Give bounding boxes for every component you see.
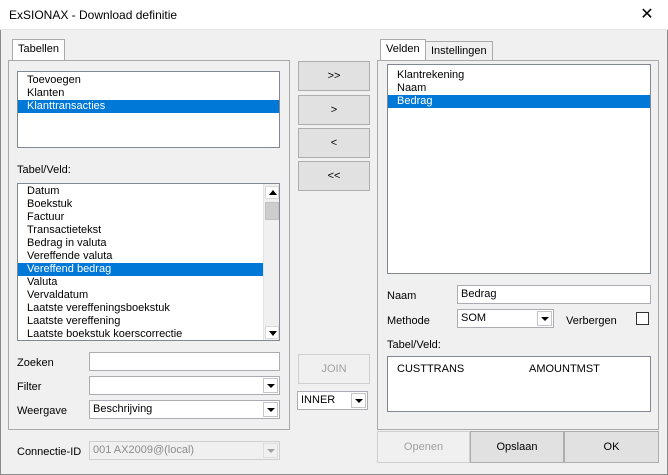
filter-select[interactable]: [89, 376, 280, 395]
methode-value: SOM: [461, 312, 487, 324]
chevron-down-icon[interactable]: [263, 378, 278, 393]
title-bar: ExSIONAX - Download definitie ✕: [0, 0, 668, 30]
tables-list[interactable]: Toevoegen Klanten Klanttransacties: [17, 71, 280, 148]
verbergen-label: Verbergen: [566, 315, 617, 327]
chevron-down-icon[interactable]: [537, 311, 552, 326]
weergave-label: Weergave: [17, 405, 67, 417]
list-item[interactable]: Klantrekening: [388, 69, 650, 82]
tab-velden[interactable]: Velden: [380, 39, 426, 60]
naam-label: Naam: [387, 290, 417, 302]
list-item[interactable]: Naam: [388, 82, 650, 95]
list-item[interactable]: Laatste vereffeningsboekstuk: [18, 302, 263, 315]
verbergen-checkbox[interactable]: [636, 312, 649, 325]
connectie-label: Connectie-ID: [17, 446, 82, 458]
list-item[interactable]: Laatste vereffening: [18, 315, 263, 328]
add-one-button[interactable]: >: [298, 95, 370, 125]
list-item[interactable]: Laatste boekstuk koerscorrectie: [18, 328, 263, 340]
list-item[interactable]: Klanttransacties: [18, 100, 279, 113]
zoeken-input[interactable]: [89, 352, 280, 371]
connectie-value: 001 AX2009@(local): [93, 444, 195, 456]
close-icon[interactable]: ✕: [636, 4, 658, 26]
list-item[interactable]: Factuur: [18, 211, 263, 224]
opslaan-button[interactable]: Opslaan: [470, 431, 564, 463]
tabelveld-label: Tabel/Veld:: [387, 339, 441, 351]
openen-button[interactable]: Openen: [377, 431, 470, 463]
filter-label: Filter: [17, 381, 42, 393]
tab-instellingen[interactable]: Instellingen: [425, 41, 493, 60]
list-item[interactable]: Datum: [18, 185, 263, 198]
list-item[interactable]: Bedrag: [388, 95, 650, 108]
connectie-select[interactable]: 001 AX2009@(local): [89, 441, 280, 460]
list-item[interactable]: Transactietekst: [18, 224, 263, 237]
tab-tabellen[interactable]: Tabellen: [12, 39, 65, 60]
list-item[interactable]: Vervaldatum: [18, 289, 263, 302]
chevron-down-icon[interactable]: [263, 402, 278, 417]
join-type-value: INNER: [301, 394, 336, 406]
naam-input[interactable]: Bedrag: [457, 285, 651, 304]
methode-select[interactable]: SOM: [457, 309, 554, 328]
methode-label: Methode: [387, 315, 430, 327]
list-item[interactable]: Klanten: [18, 87, 279, 100]
chevron-down-icon[interactable]: [263, 443, 278, 458]
remove-one-button[interactable]: <: [298, 128, 370, 158]
join-button[interactable]: JOIN: [298, 354, 370, 384]
tabelveld-table: CUSTTRANS: [397, 363, 465, 375]
window-title: ExSIONAX - Download definitie: [9, 8, 178, 22]
scroll-down-icon[interactable]: [265, 326, 279, 339]
list-item[interactable]: Bedrag in valuta: [18, 237, 263, 250]
join-type-select[interactable]: INNER: [297, 391, 368, 410]
scroll-thumb[interactable]: [265, 202, 279, 220]
zoeken-label: Zoeken: [17, 357, 54, 369]
list-item[interactable]: Vereffende valuta: [18, 250, 263, 263]
add-all-button[interactable]: >>: [298, 61, 370, 91]
list-item[interactable]: Toevoegen: [18, 74, 279, 87]
remove-all-button[interactable]: <<: [298, 161, 370, 191]
tabelveld-field: AMOUNTMST: [529, 363, 600, 375]
fields-scrollbar[interactable]: [263, 184, 279, 340]
list-item[interactable]: Boekstuk: [18, 198, 263, 211]
tabel-veld-label: Tabel/Veld:: [17, 164, 71, 176]
chevron-down-icon[interactable]: [351, 393, 366, 408]
scroll-up-icon[interactable]: [265, 186, 279, 199]
fields-list[interactable]: Datum Boekstuk Factuur Transactietekst B…: [17, 183, 280, 341]
weergave-select[interactable]: Beschrijving: [89, 400, 280, 419]
ok-button[interactable]: OK: [564, 431, 659, 463]
list-item[interactable]: Valuta: [18, 276, 263, 289]
weergave-value: Beschrijving: [93, 403, 153, 415]
tabelveld-box: CUSTTRANS AMOUNTMST: [387, 356, 651, 412]
selected-fields-list[interactable]: Klantrekening Naam Bedrag: [387, 64, 651, 274]
list-item[interactable]: Vereffend bedrag: [18, 263, 263, 276]
